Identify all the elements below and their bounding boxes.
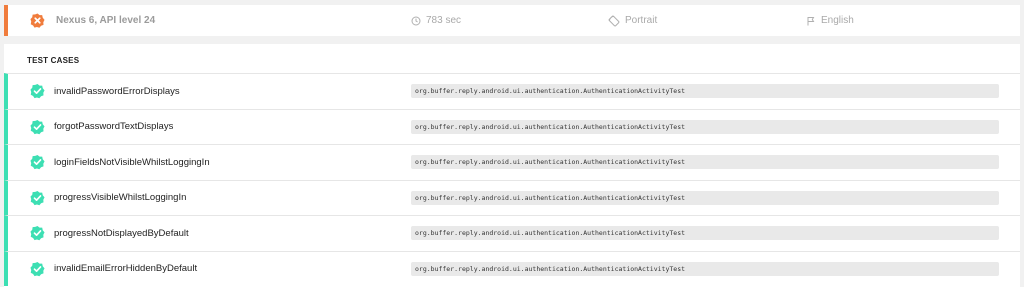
test-case-row[interactable]: invalidEmailErrorHiddenByDefault org.buf… — [4, 250, 1020, 286]
duration-meta: 783 sec — [411, 15, 461, 26]
test-name: loginFieldsNotVisibleWhilstLoggingIn — [54, 156, 210, 168]
orientation-icon — [608, 15, 620, 26]
test-class-name: org.buffer.reply.android.ui.authenticati… — [411, 190, 999, 205]
test-name: invalidPasswordErrorDisplays — [54, 85, 180, 97]
test-case-row[interactable]: progressVisibleWhilstLoggingIn org.buffe… — [4, 179, 1020, 215]
test-name: forgotPasswordTextDisplays — [54, 121, 174, 133]
locale-text: English — [821, 15, 854, 26]
check-badge-icon — [30, 226, 45, 241]
check-badge-icon — [30, 261, 45, 276]
test-class-name: org.buffer.reply.android.ui.authenticati… — [411, 84, 999, 99]
test-name: invalidEmailErrorHiddenByDefault — [54, 263, 198, 275]
test-cases-panel: TEST CASES invalidPasswordErrorDisplays … — [4, 44, 1020, 287]
section-title: TEST CASES — [27, 56, 80, 65]
orientation-meta: Portrait — [608, 15, 657, 27]
clock-icon — [411, 16, 421, 25]
device-summary-bar[interactable]: Nexus 6, API level 24 783 sec Portrait E… — [4, 5, 1020, 36]
test-case-list: invalidPasswordErrorDisplays org.buffer.… — [4, 73, 1020, 286]
test-name: progressVisibleWhilstLoggingIn — [54, 192, 187, 204]
check-badge-icon — [30, 84, 45, 99]
test-case-row[interactable]: loginFieldsNotVisibleWhilstLoggingIn org… — [4, 144, 1020, 180]
test-class-name: org.buffer.reply.android.ui.authenticati… — [411, 119, 999, 134]
test-class-name: org.buffer.reply.android.ui.authenticati… — [411, 226, 999, 241]
check-badge-icon — [30, 190, 45, 205]
test-class-name: org.buffer.reply.android.ui.authenticati… — [411, 261, 999, 276]
check-badge-icon — [30, 155, 45, 170]
test-case-row[interactable]: forgotPasswordTextDisplays org.buffer.re… — [4, 108, 1020, 144]
check-badge-icon — [30, 119, 45, 134]
locale-meta: English — [806, 15, 854, 26]
flag-icon — [807, 16, 815, 25]
fail-badge-icon — [30, 13, 45, 28]
test-case-row[interactable]: invalidPasswordErrorDisplays org.buffer.… — [4, 73, 1020, 109]
test-class-name: org.buffer.reply.android.ui.authenticati… — [411, 155, 999, 170]
test-case-row[interactable]: progressNotDisplayedByDefault org.buffer… — [4, 215, 1020, 251]
test-name: progressNotDisplayedByDefault — [54, 227, 189, 239]
orientation-text: Portrait — [625, 15, 658, 26]
duration-text: 783 sec — [426, 15, 462, 26]
device-name: Nexus 6, API level 24 — [56, 15, 156, 26]
